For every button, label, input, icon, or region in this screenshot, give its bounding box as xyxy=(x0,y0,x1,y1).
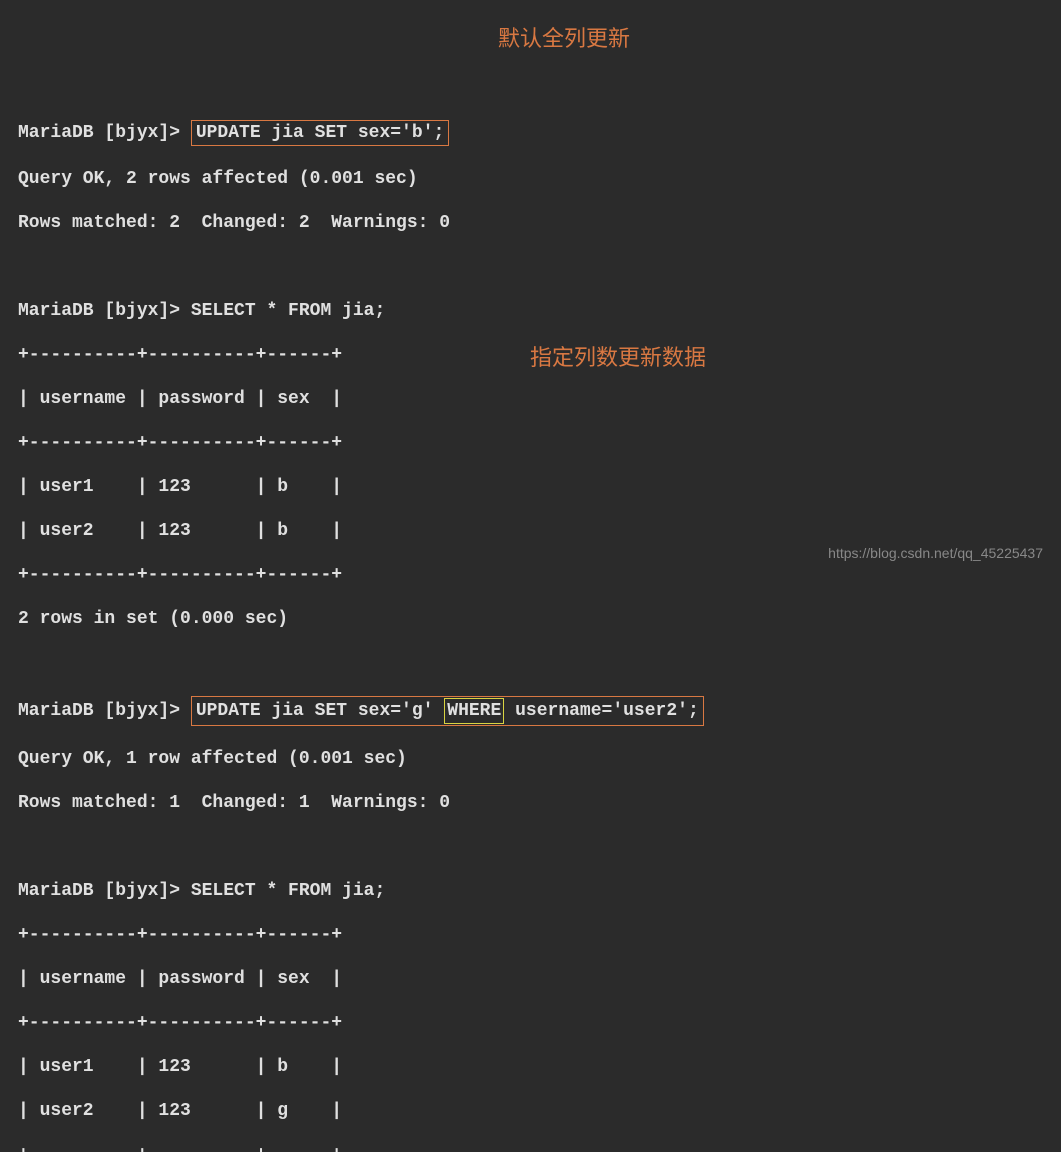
blank-line xyxy=(18,652,1043,674)
query-footer: 2 rows in set (0.000 sec) xyxy=(18,608,1043,630)
prompt: MariaDB [bjyx]> xyxy=(18,881,191,901)
query-result: Rows matched: 1 Changed: 1 Warnings: 0 xyxy=(18,792,1043,814)
terminal-output: MariaDB [bjyx]> UPDATE jia SET sex='b'; … xyxy=(18,98,1043,1152)
table-header: | username | password | sex | xyxy=(18,968,1043,990)
blank-line xyxy=(18,256,1043,278)
query-result: Query OK, 2 rows affected (0.001 sec) xyxy=(18,168,1043,190)
prompt: MariaDB [bjyx]> xyxy=(18,301,191,321)
sql-update-where: UPDATE jia SET sex='g' WHERE username='u… xyxy=(191,696,704,726)
annotation-update-all: 默认全列更新 xyxy=(498,28,630,50)
table-sep: +----------+----------+------+ xyxy=(18,924,1043,946)
sql-select: SELECT * FROM jia; xyxy=(191,881,385,901)
table-sep: +----------+----------+------+ xyxy=(18,432,1043,454)
table-sep: +----------+----------+------+ xyxy=(18,1012,1043,1034)
command-line-3: MariaDB [bjyx]> UPDATE jia SET sex='g' W… xyxy=(18,696,1043,726)
table-sep: +----------+----------+------+ xyxy=(18,1144,1043,1152)
watermark: https://blog.csdn.net/qq_45225437 xyxy=(828,542,1043,564)
annotation-update-where: 指定列数更新数据 xyxy=(530,347,706,369)
prompt: MariaDB [bjyx]> xyxy=(18,123,191,143)
table-row: | user1 | 123 | b | xyxy=(18,1056,1043,1078)
table-row: | user2 | 123 | g | xyxy=(18,1100,1043,1122)
query-result: Rows matched: 2 Changed: 2 Warnings: 0 xyxy=(18,212,1043,234)
table-sep: +----------+----------+------+ xyxy=(18,564,1043,586)
table-row: | user1 | 123 | b | xyxy=(18,476,1043,498)
table-header: | username | password | sex | xyxy=(18,388,1043,410)
command-line-2: MariaDB [bjyx]> SELECT * FROM jia; xyxy=(18,300,1043,322)
query-result: Query OK, 1 row affected (0.001 sec) xyxy=(18,748,1043,770)
command-line-1: MariaDB [bjyx]> UPDATE jia SET sex='b'; xyxy=(18,120,1043,146)
command-line-4: MariaDB [bjyx]> SELECT * FROM jia; xyxy=(18,880,1043,902)
sql-select: SELECT * FROM jia; xyxy=(191,301,385,321)
blank-line xyxy=(18,836,1043,858)
where-keyword: WHERE xyxy=(444,698,504,724)
table-row: | user2 | 123 | b | xyxy=(18,520,1043,542)
prompt: MariaDB [bjyx]> xyxy=(18,701,191,721)
sql-update-all: UPDATE jia SET sex='b'; xyxy=(191,120,449,146)
